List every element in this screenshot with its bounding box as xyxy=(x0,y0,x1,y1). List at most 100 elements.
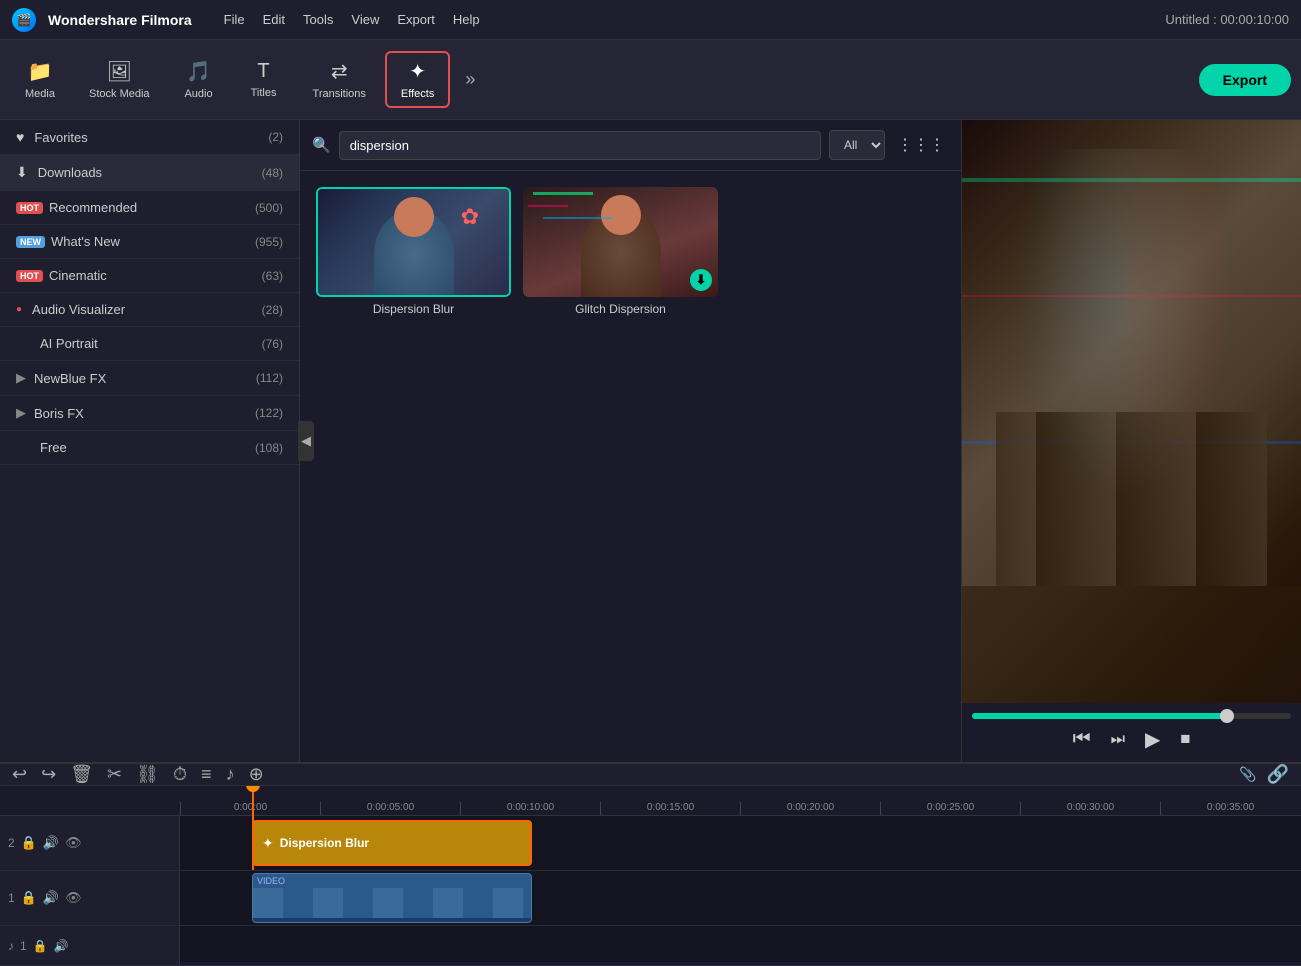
sidebar-count-free: (108) xyxy=(255,441,283,455)
timeline-ruler: 0:00:00 0:00:05:00 0:00:10:00 0:00:15:00… xyxy=(0,786,1301,816)
video-clip-label: VIDEO xyxy=(253,874,531,888)
stock-media-icon: 🖼 xyxy=(107,59,132,84)
video-stripe xyxy=(253,918,531,923)
stock-media-button[interactable]: 🖼 Stock Media xyxy=(75,53,164,106)
video-clip[interactable]: VIDEO xyxy=(252,873,532,923)
sidebar-item-boris-fx[interactable]: ▶ Boris FX (122) xyxy=(0,396,299,431)
preview-panel: ⏮ ⏭ ▶ ⏹ xyxy=(961,120,1301,762)
stop-button[interactable]: ⏹ xyxy=(1180,728,1190,751)
lock-icon-track2: 🔒 xyxy=(21,835,37,851)
sidebar-count-boris-fx: (122) xyxy=(255,406,283,420)
menu-edit[interactable]: Edit xyxy=(263,12,285,27)
track-1-num: 1 xyxy=(8,891,15,905)
volume-icon-track1: 🔊 xyxy=(43,890,59,906)
effect-clip-icon: ✦ xyxy=(262,835,274,852)
lock-icon-audio: 🔒 xyxy=(33,939,48,953)
app-logo: 🎬 xyxy=(12,8,36,32)
ruler-mark-3: 0:00:15:00 xyxy=(600,802,740,815)
sidebar-count-recommended: (500) xyxy=(255,201,283,215)
effects-grid: ✿ Dispersion Blur xyxy=(300,171,961,332)
sidebar-label-recommended: Recommended xyxy=(49,200,137,215)
effect-clip-label: Dispersion Blur xyxy=(280,836,369,850)
ruler-mark-7: 0:00:35:00 xyxy=(1160,802,1300,815)
stock-media-label: Stock Media xyxy=(89,88,150,100)
sidebar-item-downloads[interactable]: ⬇ Downloads (48) xyxy=(0,155,299,191)
progress-dot xyxy=(1220,709,1234,723)
sidebar-item-free[interactable]: Free (108) xyxy=(0,431,299,465)
track-1-controls: 1 🔒 🔊 👁 xyxy=(0,871,180,925)
transform-button[interactable]: ≡ xyxy=(201,764,212,785)
audio-track-area xyxy=(180,926,1301,965)
play-button[interactable]: ▶ xyxy=(1145,727,1160,752)
delete-button[interactable]: 🗑 xyxy=(70,764,93,785)
effect-card-dispersion-blur[interactable]: ✿ Dispersion Blur xyxy=(316,187,511,316)
effect-clip-dispersion-blur[interactable]: ✦ Dispersion Blur xyxy=(252,820,532,866)
export-button[interactable]: Export xyxy=(1199,64,1291,96)
menu-tools[interactable]: Tools xyxy=(303,12,333,27)
audio-mixer-button[interactable]: ♪ xyxy=(226,764,235,785)
link-button[interactable]: ⛓ xyxy=(136,764,159,785)
zoom-in-button[interactable]: 🔗 xyxy=(1267,764,1289,785)
sidebar-item-recommended[interactable]: HOT Recommended (500) xyxy=(0,191,299,225)
lock-icon-track1: 🔒 xyxy=(21,890,37,906)
transitions-label: Transitions xyxy=(313,88,366,100)
ruler-marks: 0:00:00 0:00:05:00 0:00:10:00 0:00:15:00… xyxy=(180,786,1301,815)
media-button[interactable]: 📁 Media xyxy=(10,53,70,106)
effects-search-input[interactable] xyxy=(339,131,821,160)
add-marker-button[interactable]: ⊕ xyxy=(249,764,264,785)
progress-fill xyxy=(972,713,1227,719)
music-icon: ♪ xyxy=(8,939,14,953)
effects-button[interactable]: ✦ Effects xyxy=(385,51,450,108)
sidebar-item-newblue-fx[interactable]: ▶ NewBlue FX (112) xyxy=(0,361,299,396)
progress-bar[interactable] xyxy=(972,713,1291,719)
ruler-mark-0: 0:00:00 xyxy=(180,802,320,815)
playback-buttons: ⏮ ⏭ ▶ ⏹ xyxy=(972,727,1291,752)
volume-icon-track2: 🔊 xyxy=(43,835,59,851)
sidebar-count-ai-portrait: (76) xyxy=(262,337,283,351)
speed-button[interactable]: ⏱ xyxy=(173,764,187,785)
titles-button[interactable]: T Titles xyxy=(234,54,294,105)
sidebar-item-audio-visualizer[interactable]: ● Audio Visualizer (28) xyxy=(0,293,299,327)
titles-label: Titles xyxy=(251,87,277,99)
sidebar-label-ai-portrait: AI Portrait xyxy=(40,336,98,351)
rewind-button[interactable]: ⏮ xyxy=(1073,728,1091,751)
audio-button[interactable]: 🎵 Audio xyxy=(169,53,229,106)
sidebar-item-ai-portrait[interactable]: AI Portrait (76) xyxy=(0,327,299,361)
menu-help[interactable]: Help xyxy=(453,12,480,27)
effects-filter-select[interactable]: All xyxy=(829,130,885,160)
sidebar-label-boris-fx: Boris FX xyxy=(34,406,84,421)
menu-export[interactable]: Export xyxy=(397,12,435,27)
sidebar-item-favorites[interactable]: ♥ Favorites (2) xyxy=(0,120,299,155)
step-back-button[interactable]: ⏭ xyxy=(1111,731,1125,749)
sidebar-collapse-button[interactable]: ◀ xyxy=(298,421,314,461)
effect-thumb-glitch-dispersion: ⬇ xyxy=(523,187,718,297)
split-clip-button[interactable]: 📎 xyxy=(1239,766,1256,783)
more-tools-button[interactable]: » xyxy=(465,69,475,90)
chevron-right-icon-newblue: ▶ xyxy=(16,370,26,386)
cut-button[interactable]: ✂ xyxy=(107,764,122,785)
eye-icon-track2: 👁 xyxy=(65,835,82,851)
undo-button[interactable]: ↩ xyxy=(12,764,27,785)
download-icon: ⬇ xyxy=(16,164,28,181)
redo-button[interactable]: ↪ xyxy=(41,764,56,785)
sidebar-label-downloads: Downloads xyxy=(38,165,102,180)
sidebar-label-newblue-fx: NewBlue FX xyxy=(34,371,106,386)
eye-icon-track1: 👁 xyxy=(65,890,82,906)
menu-file[interactable]: File xyxy=(224,12,245,27)
sidebar-label-cinematic: Cinematic xyxy=(49,268,107,283)
sidebar-item-cinematic[interactable]: HOT Cinematic (63) xyxy=(0,259,299,293)
effects-label: Effects xyxy=(401,88,434,100)
track-2-area: ✦ Dispersion Blur xyxy=(180,816,1301,870)
volume-icon-audio: 🔊 xyxy=(54,939,69,953)
grid-view-button[interactable]: ⋮⋮⋮ xyxy=(893,131,949,159)
download-badge-glitch: ⬇ xyxy=(690,269,712,291)
preview-screen xyxy=(962,120,1301,703)
menu-bar: File Edit Tools View Export Help xyxy=(224,12,480,27)
sidebar-item-whats-new[interactable]: NEW What's New (955) xyxy=(0,225,299,259)
audio-track-num: 1 xyxy=(20,939,27,953)
sidebar-count-downloads: (48) xyxy=(262,166,283,180)
transitions-button[interactable]: ⇄ Transitions xyxy=(299,53,380,106)
menu-view[interactable]: View xyxy=(351,12,379,27)
sidebar-label-whats-new: What's New xyxy=(51,234,120,249)
effect-card-glitch-dispersion[interactable]: ⬇ Glitch Dispersion xyxy=(523,187,718,316)
